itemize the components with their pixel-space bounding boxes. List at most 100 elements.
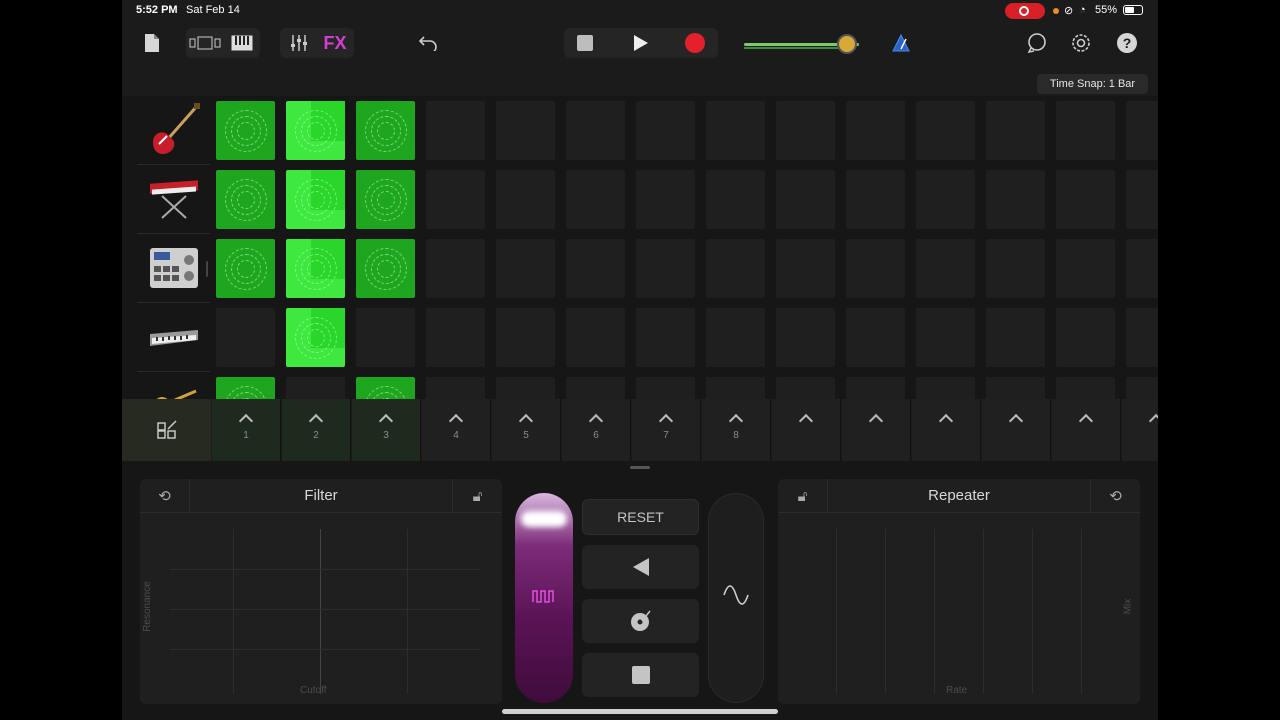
loop-cell[interactable]	[356, 377, 415, 399]
loop-cell[interactable]	[496, 239, 555, 298]
loop-cell[interactable]	[1056, 377, 1115, 399]
help-icon[interactable]: ?	[1114, 30, 1140, 56]
loop-cell[interactable]	[566, 101, 625, 160]
loop-cell[interactable]	[1056, 308, 1115, 367]
scene-trigger[interactable]	[912, 399, 981, 461]
scene-trigger[interactable]: 6	[562, 399, 631, 461]
loop-cell[interactable]	[1126, 239, 1158, 298]
scene-trigger[interactable]: 1	[212, 399, 281, 461]
loop-cell[interactable]	[496, 101, 555, 160]
loop-cell[interactable]	[916, 239, 975, 298]
loop-cell[interactable]	[1056, 101, 1115, 160]
loop-cell[interactable]	[776, 377, 835, 399]
loop-cell[interactable]	[846, 308, 905, 367]
drum-machine-icon[interactable]	[137, 234, 210, 303]
loop-cell[interactable]	[986, 308, 1045, 367]
loop-cell[interactable]	[286, 377, 345, 399]
scene-trigger[interactable]: 3	[352, 399, 421, 461]
repeater-xy-pad[interactable]: 🔓︎ Repeater ⟲ Rate Mix	[778, 479, 1140, 704]
loop-cell[interactable]	[1056, 170, 1115, 229]
loop-cell[interactable]	[286, 308, 345, 367]
loop-cell[interactable]	[1126, 377, 1158, 399]
tape-stop-button[interactable]	[582, 653, 699, 697]
loop-cell[interactable]	[356, 101, 415, 160]
loop-cell[interactable]	[426, 377, 485, 399]
mixer-icon[interactable]	[282, 30, 316, 56]
loop-cell[interactable]	[986, 170, 1045, 229]
loop-cell[interactable]	[1126, 308, 1158, 367]
loop-cell[interactable]	[426, 308, 485, 367]
repeater-lock-icon[interactable]: 🔓︎	[778, 479, 828, 513]
scratch-button[interactable]	[582, 599, 699, 643]
loop-cell[interactable]	[916, 377, 975, 399]
synth-keyboard-icon[interactable]	[137, 165, 210, 234]
loop-cell[interactable]	[846, 170, 905, 229]
settings-icon[interactable]	[1068, 30, 1094, 56]
fx-button[interactable]: FX	[318, 30, 352, 56]
loop-cell[interactable]	[846, 239, 905, 298]
loop-cell[interactable]	[566, 170, 625, 229]
loop-cell[interactable]	[706, 377, 765, 399]
scene-trigger[interactable]: 4	[422, 399, 491, 461]
loop-cell[interactable]	[1126, 170, 1158, 229]
loop-cell[interactable]	[846, 101, 905, 160]
loop-cell[interactable]	[776, 308, 835, 367]
loop-cell[interactable]	[356, 239, 415, 298]
scene-trigger[interactable]	[772, 399, 841, 461]
loop-cell[interactable]	[426, 239, 485, 298]
loop-cell[interactable]	[496, 308, 555, 367]
loop-cell[interactable]	[636, 239, 695, 298]
loop-cell[interactable]	[566, 308, 625, 367]
loop-cell[interactable]	[706, 101, 765, 160]
loop-cell[interactable]	[1126, 101, 1158, 160]
view-toggle-icon[interactable]	[188, 30, 222, 56]
panel-handle[interactable]	[630, 466, 650, 469]
loop-cell[interactable]	[216, 170, 275, 229]
loop-cell[interactable]	[216, 377, 275, 399]
loop-cell[interactable]	[986, 377, 1045, 399]
loop-cell[interactable]	[636, 170, 695, 229]
loop-cell[interactable]	[216, 239, 275, 298]
scene-trigger[interactable]: 5	[492, 399, 561, 461]
play-icon[interactable]	[626, 30, 656, 56]
loop-cell[interactable]	[216, 101, 275, 160]
scene-trigger[interactable]	[982, 399, 1051, 461]
loop-cell[interactable]	[566, 377, 625, 399]
loop-icon[interactable]	[1024, 30, 1050, 56]
loop-cell[interactable]	[636, 377, 695, 399]
bass-guitar-icon[interactable]	[137, 96, 210, 165]
undo-icon[interactable]	[414, 30, 442, 56]
loop-cell[interactable]	[286, 239, 345, 298]
loop-cell[interactable]	[216, 308, 275, 367]
loop-cell[interactable]	[496, 170, 555, 229]
master-volume-slider[interactable]	[744, 34, 859, 54]
loop-cell[interactable]	[636, 308, 695, 367]
brass-icon[interactable]	[137, 372, 210, 399]
keyboard-icon[interactable]	[226, 30, 258, 56]
loop-cell[interactable]	[916, 101, 975, 160]
keyboard-controller-icon[interactable]	[137, 303, 210, 372]
scene-trigger[interactable]	[1122, 399, 1158, 461]
loop-cell[interactable]	[636, 101, 695, 160]
reset-button[interactable]: RESET	[582, 499, 699, 535]
resize-handle[interactable]	[206, 261, 208, 277]
time-snap-button[interactable]: Time Snap: 1 Bar	[1037, 74, 1148, 94]
loop-cell[interactable]	[776, 170, 835, 229]
loop-cell[interactable]	[426, 101, 485, 160]
loop-cell[interactable]	[776, 101, 835, 160]
loop-cell[interactable]	[426, 170, 485, 229]
document-icon[interactable]	[140, 30, 164, 56]
scene-trigger[interactable]: 2	[282, 399, 351, 461]
loop-cell[interactable]	[496, 377, 555, 399]
filter-lock-icon[interactable]: 🔓︎	[452, 479, 502, 513]
scene-trigger[interactable]	[842, 399, 911, 461]
scene-trigger[interactable]: 7	[632, 399, 701, 461]
filter-record-icon[interactable]: ⟲	[140, 479, 190, 513]
loop-cell[interactable]	[916, 308, 975, 367]
loop-cell[interactable]	[776, 239, 835, 298]
scene-trigger[interactable]	[1052, 399, 1121, 461]
loop-cell[interactable]	[986, 239, 1045, 298]
filter-xy-pad[interactable]: ⟲ Filter 🔓︎ Cutoff Resonance	[140, 479, 502, 704]
loop-cell[interactable]	[986, 101, 1045, 160]
downsampler-slider[interactable]	[708, 493, 764, 703]
